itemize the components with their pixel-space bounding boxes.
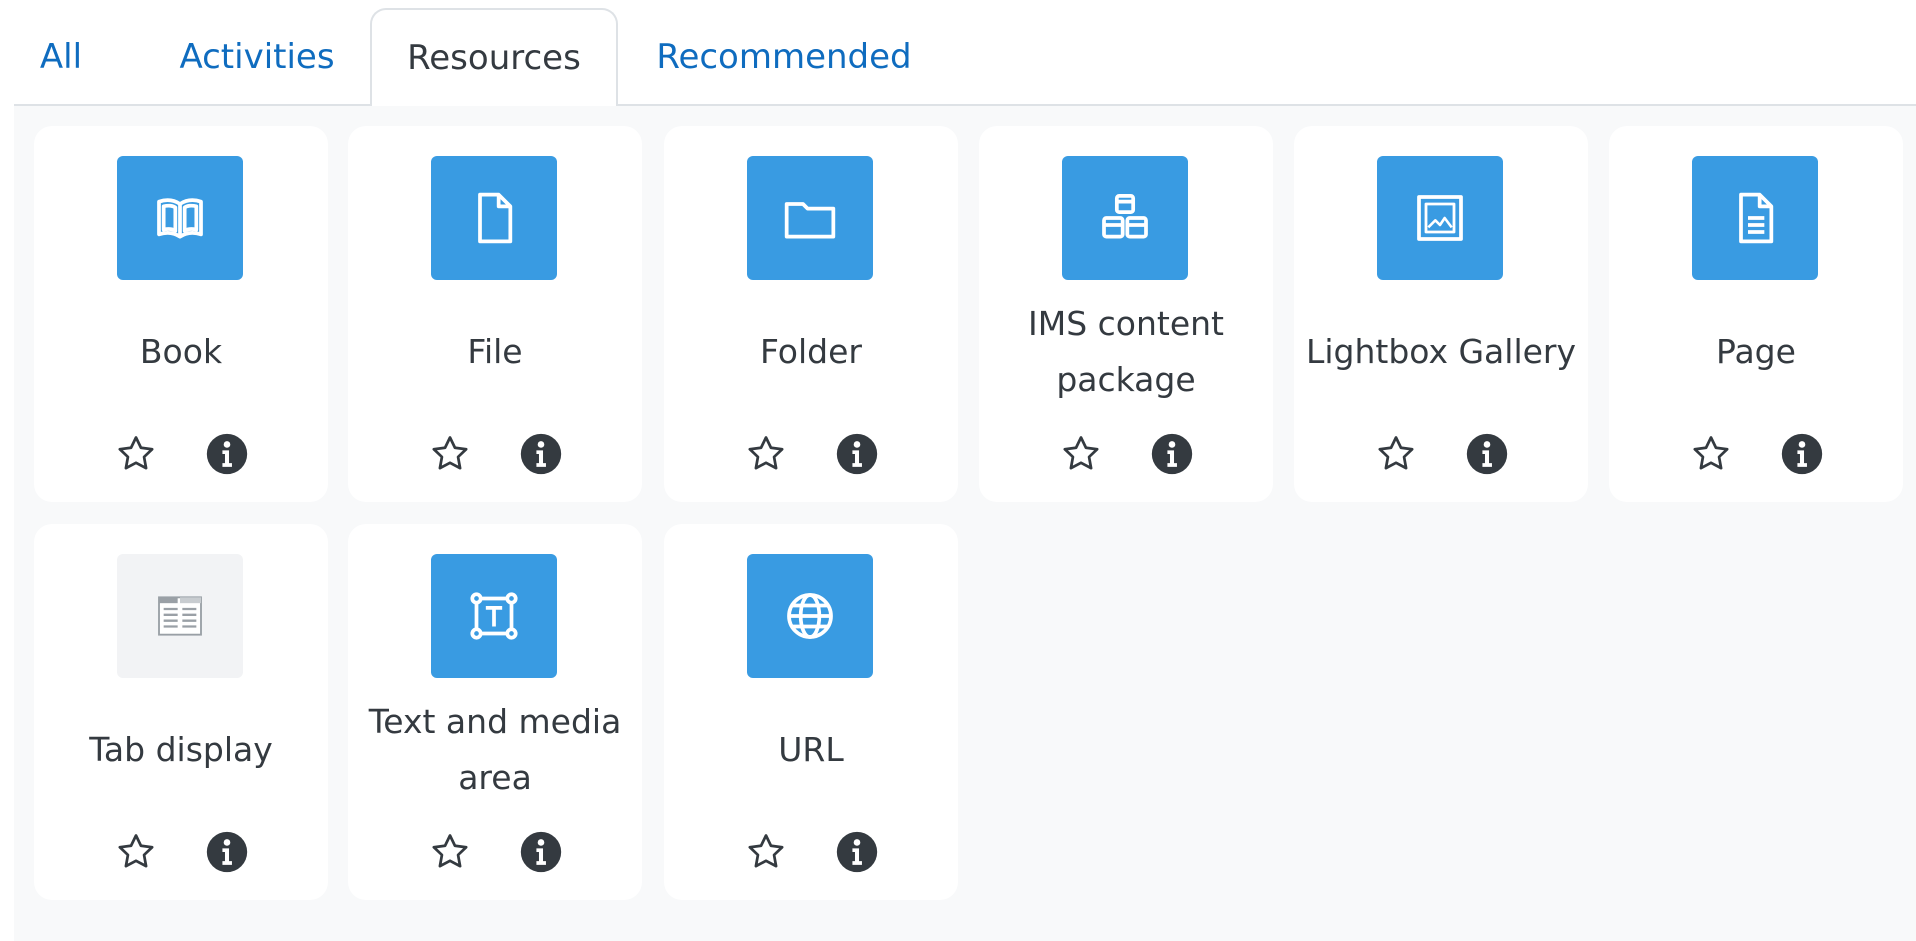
module-name: IMS content package	[1028, 304, 1224, 399]
info-icon[interactable]	[1780, 432, 1824, 476]
star-icon[interactable]	[1689, 432, 1733, 476]
module-card-book[interactable]: Book	[34, 126, 328, 502]
gallery-icon	[1377, 156, 1503, 280]
star-icon[interactable]	[428, 830, 472, 874]
module-actions	[979, 426, 1273, 484]
star-icon[interactable]	[114, 830, 158, 874]
tab-all[interactable]: All	[32, 8, 90, 106]
book-icon	[117, 156, 243, 280]
star-icon[interactable]	[428, 432, 472, 476]
module-card-file[interactable]: File	[348, 126, 642, 502]
module-actions	[348, 824, 642, 882]
module-card-url[interactable]: URL	[664, 524, 958, 900]
globe-icon	[747, 554, 873, 678]
info-icon[interactable]	[205, 830, 249, 874]
module-name: Lightbox Gallery	[1305, 332, 1577, 371]
star-icon[interactable]	[1374, 432, 1418, 476]
info-icon[interactable]	[835, 830, 879, 874]
star-icon[interactable]	[744, 830, 788, 874]
module-card-folder[interactable]: Folder	[664, 126, 958, 502]
star-icon[interactable]	[114, 432, 158, 476]
module-card-page[interactable]: Page	[1609, 126, 1903, 502]
tab-display-icon	[117, 554, 243, 678]
folder-icon	[747, 156, 873, 280]
module-name: File	[467, 332, 523, 371]
module-actions	[1609, 426, 1903, 484]
module-card-tab-display[interactable]: Tab display	[34, 524, 328, 900]
module-card-text-and-media-area[interactable]: Text and media area	[348, 524, 642, 900]
module-grid: Book File Folder IMS content package Lig…	[14, 106, 1916, 941]
page-icon	[1692, 156, 1818, 280]
info-icon[interactable]	[519, 432, 563, 476]
module-card-lightbox-gallery[interactable]: Lightbox Gallery	[1294, 126, 1588, 502]
info-icon[interactable]	[1150, 432, 1194, 476]
module-actions	[34, 426, 328, 484]
tab-recommended[interactable]: Recommended	[654, 8, 914, 106]
module-name: Book	[139, 332, 223, 371]
module-name: Text and media area	[368, 702, 622, 797]
info-icon[interactable]	[835, 432, 879, 476]
text-media-icon	[431, 554, 557, 678]
module-actions	[348, 426, 642, 484]
module-actions	[664, 824, 958, 882]
module-actions	[664, 426, 958, 484]
module-name: Tab display	[89, 730, 273, 769]
package-icon	[1062, 156, 1188, 280]
tab-resources[interactable]: Resources	[370, 8, 618, 108]
tab-activities[interactable]: Activities	[164, 8, 350, 106]
info-icon[interactable]	[205, 432, 249, 476]
module-name: URL	[778, 730, 844, 769]
info-icon[interactable]	[1465, 432, 1509, 476]
file-icon	[431, 156, 557, 280]
star-icon[interactable]	[744, 432, 788, 476]
module-actions	[34, 824, 328, 882]
info-icon[interactable]	[519, 830, 563, 874]
module-name: Folder	[760, 332, 862, 371]
module-card-ims-content-package[interactable]: IMS content package	[979, 126, 1273, 502]
module-tabs: All Activities Resources Recommended	[14, 0, 1916, 108]
module-name: Page	[1716, 332, 1796, 371]
module-actions	[1294, 426, 1588, 484]
star-icon[interactable]	[1059, 432, 1103, 476]
